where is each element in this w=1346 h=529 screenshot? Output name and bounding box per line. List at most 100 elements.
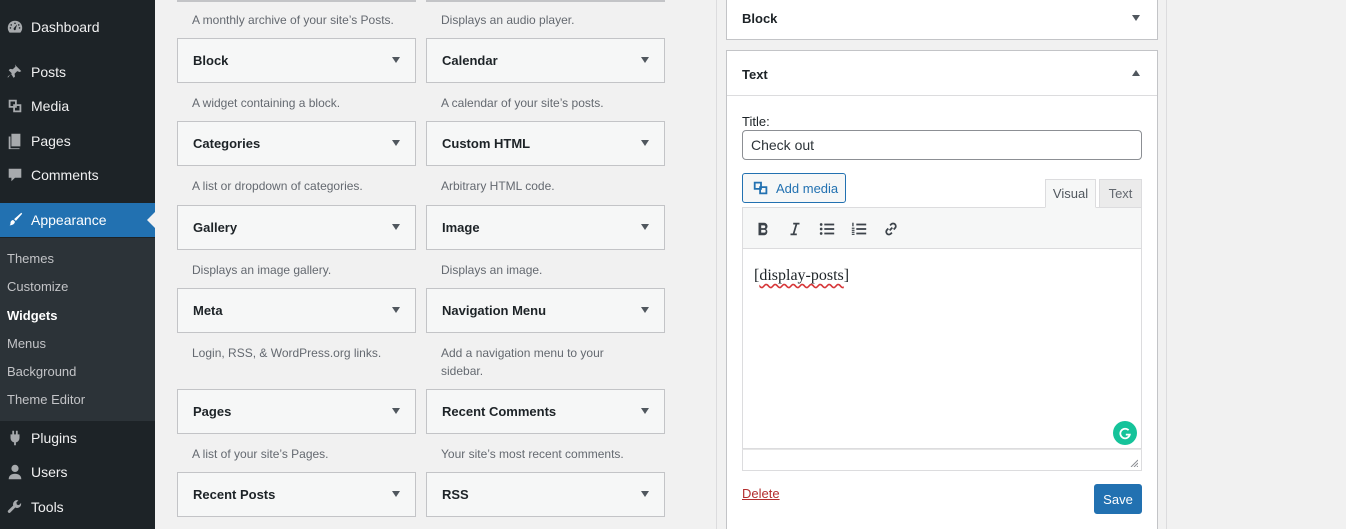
- arrow-down-icon[interactable]: [392, 140, 400, 146]
- widget-title: Image: [442, 220, 480, 235]
- widget-gallery[interactable]: Gallery: [177, 205, 416, 250]
- submenu-theme-editor[interactable]: Theme Editor: [7, 392, 85, 407]
- save-button[interactable]: Save: [1094, 484, 1142, 514]
- arrow-down-icon[interactable]: [392, 57, 400, 63]
- menu-label: Users: [31, 464, 68, 480]
- widget-title: Recent Posts: [193, 487, 276, 502]
- widget-description: A widget containing a block.: [192, 96, 341, 110]
- sidebar-area-border: [1166, 0, 1167, 529]
- add-media-button[interactable]: Add media: [742, 173, 846, 203]
- title-input[interactable]: [742, 130, 1142, 160]
- delete-link[interactable]: Delete: [742, 486, 780, 501]
- widget-description: A monthly archive of your site’s Posts.: [192, 13, 394, 27]
- pin-icon: [5, 62, 25, 82]
- widget-rss[interactable]: RSS: [426, 472, 665, 517]
- widget-navigation-menu[interactable]: Navigation Menu: [426, 288, 665, 333]
- widget-recent-posts[interactable]: Recent Posts: [177, 472, 416, 517]
- menu-media[interactable]: Media: [0, 89, 155, 123]
- widget-title: Navigation Menu: [442, 303, 547, 318]
- widget-custom-html[interactable]: Custom HTML: [426, 121, 665, 166]
- editor-content-area[interactable]: [display-posts]: [742, 249, 1142, 449]
- menu-posts[interactable]: Posts: [0, 55, 155, 89]
- content-bracket-close: ]: [843, 267, 850, 284]
- menu-label: Posts: [31, 64, 67, 80]
- menu-users[interactable]: Users: [0, 455, 155, 489]
- submenu-menus[interactable]: Menus: [7, 336, 46, 351]
- submenu-widgets[interactable]: Widgets: [7, 308, 57, 323]
- menu-appearance[interactable]: Appearance: [0, 203, 155, 237]
- user-icon: [5, 462, 25, 482]
- numbered-list-icon[interactable]: [849, 219, 869, 239]
- arrow-down-icon[interactable]: [392, 408, 400, 414]
- menu-comments[interactable]: Comments: [0, 158, 155, 192]
- widget-description: Arbitrary HTML code.: [441, 179, 555, 193]
- widget-description: A calendar of your site’s posts.: [441, 96, 604, 110]
- tab-visual[interactable]: Visual: [1045, 179, 1096, 208]
- widget-description: Add a navigation menu to your sidebar.: [441, 346, 604, 378]
- arrow-down-icon[interactable]: [392, 491, 400, 497]
- link-icon[interactable]: [881, 219, 901, 239]
- grammarly-icon[interactable]: [1113, 421, 1137, 445]
- widget-title: Block: [742, 11, 778, 26]
- media-icon: [753, 181, 768, 195]
- menu-label: Appearance: [31, 212, 107, 228]
- widget-edge: [177, 0, 416, 2]
- arrow-down-icon[interactable]: [1132, 15, 1140, 21]
- arrow-down-icon[interactable]: [641, 307, 649, 313]
- italic-icon[interactable]: [785, 219, 805, 239]
- media-icon: [5, 96, 25, 116]
- arrow-down-icon[interactable]: [641, 57, 649, 63]
- widget-title: Block: [193, 53, 229, 68]
- menu-label: Plugins: [31, 430, 77, 446]
- widget-description: Displays an image gallery.: [192, 263, 332, 277]
- arrow-down-icon[interactable]: [641, 224, 649, 230]
- widget-title: Categories: [193, 136, 261, 151]
- widget-calendar[interactable]: Calendar: [426, 38, 665, 83]
- arrow-down-icon[interactable]: [392, 307, 400, 313]
- resize-handle-icon[interactable]: [1130, 459, 1138, 467]
- sidebar-widget-block[interactable]: Block: [726, 0, 1158, 40]
- menu-label: Media: [31, 98, 70, 114]
- editor-status-bar: [742, 449, 1142, 471]
- widget-block[interactable]: Block: [177, 38, 416, 83]
- widget-recent-comments[interactable]: Recent Comments: [426, 389, 665, 434]
- bulleted-list-icon[interactable]: [817, 219, 837, 239]
- widget-image[interactable]: Image: [426, 205, 665, 250]
- submenu-customize[interactable]: Customize: [7, 279, 68, 294]
- tab-text[interactable]: Text: [1099, 179, 1142, 208]
- widget-description: A list of your site’s Pages.: [192, 447, 329, 461]
- editor-toolbar: [742, 207, 1142, 249]
- arrow-down-icon[interactable]: [641, 140, 649, 146]
- arrow-down-icon[interactable]: [392, 224, 400, 230]
- appearance-submenu: Themes Customize Widgets Menus Backgroun…: [0, 238, 155, 421]
- menu-tools[interactable]: Tools: [0, 490, 155, 524]
- menu-plugins[interactable]: Plugins: [0, 421, 155, 455]
- plugin-icon: [5, 428, 25, 448]
- submenu-themes[interactable]: Themes: [7, 251, 54, 266]
- bold-icon[interactable]: [753, 219, 773, 239]
- widget-title: Custom HTML: [442, 136, 531, 151]
- pages-icon: [5, 131, 25, 151]
- menu-label: Comments: [31, 167, 99, 183]
- widget-categories[interactable]: Categories: [177, 121, 416, 166]
- arrow-down-icon[interactable]: [641, 491, 649, 497]
- admin-sidebar: Dashboard Posts Media Pages Comments App…: [0, 0, 155, 529]
- widget-description: A list or dropdown of categories.: [192, 179, 363, 193]
- widget-title: RSS: [442, 487, 469, 502]
- title-label: Title:: [742, 114, 770, 129]
- widget-title: Calendar: [442, 53, 498, 68]
- widget-description: Displays an image.: [441, 263, 543, 277]
- content-shortcode: display-posts: [759, 267, 844, 284]
- arrow-down-icon[interactable]: [641, 408, 649, 414]
- menu-label: Dashboard: [31, 19, 100, 35]
- editor-content[interactable]: [display-posts]: [754, 267, 849, 285]
- widget-pages[interactable]: Pages: [177, 389, 416, 434]
- arrow-up-icon[interactable]: [1132, 70, 1140, 76]
- widget-description: Displays an audio player.: [441, 13, 575, 27]
- submenu-background[interactable]: Background: [7, 364, 76, 379]
- widget-description: Login, RSS, & WordPress.org links.: [192, 346, 382, 360]
- menu-pages[interactable]: Pages: [0, 124, 155, 158]
- widget-meta[interactable]: Meta: [177, 288, 416, 333]
- menu-dashboard[interactable]: Dashboard: [0, 10, 155, 44]
- comment-icon: [5, 165, 25, 185]
